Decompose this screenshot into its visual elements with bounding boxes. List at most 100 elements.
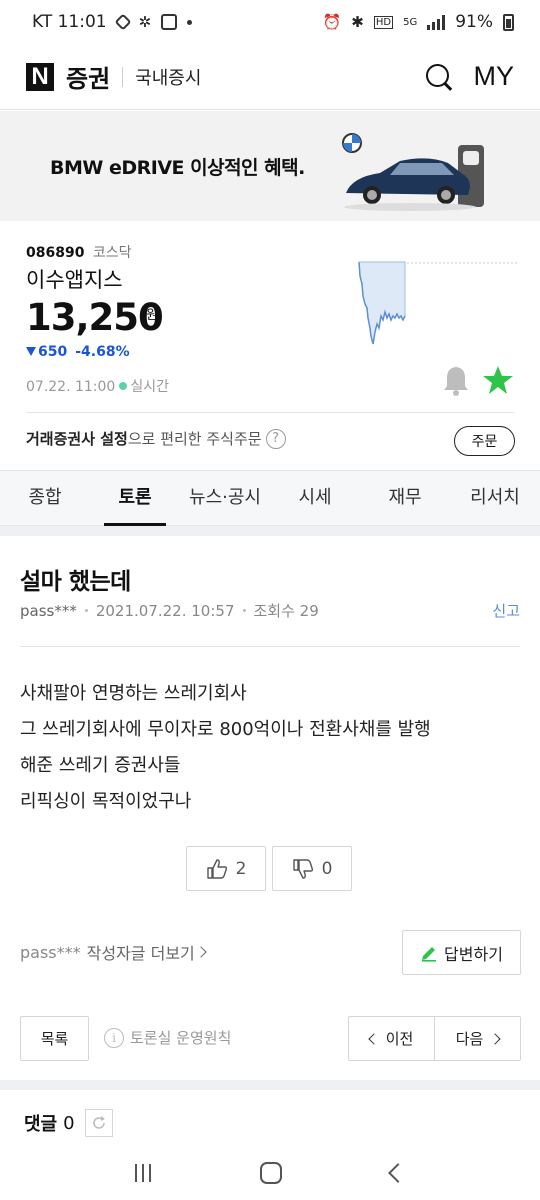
car-image (342, 133, 484, 211)
meta-separator (84, 609, 88, 612)
post-line: 리픽싱이 목적이었구나 (20, 791, 192, 812)
post-divider (20, 646, 520, 647)
like-count: 2 (235, 858, 247, 879)
tab-1[interactable]: 토론 (90, 471, 180, 526)
home-icon[interactable] (259, 1162, 282, 1184)
price-change: 650 -4.68% (26, 344, 130, 360)
post-pager: 이전 다음 (348, 1016, 521, 1061)
pencil-icon (422, 946, 437, 962)
price-currency: 원 (146, 308, 158, 323)
post-line: 해준 쓰레기 증권사들 (20, 755, 181, 776)
chevron-right-icon (489, 1032, 501, 1045)
thumbs-up-icon (206, 858, 227, 879)
comments-count: 0 (63, 1112, 75, 1134)
logo-text[interactable]: 증권 (66, 59, 110, 94)
recent-apps-icon[interactable] (134, 1164, 151, 1182)
next-label: 다음 (455, 1030, 484, 1048)
signal-icon (427, 14, 446, 30)
notification-icon (114, 13, 132, 31)
live-label: 실시간 (130, 379, 169, 395)
intraday-mini-chart[interactable] (355, 256, 517, 346)
tab-4[interactable]: 재무 (360, 471, 450, 525)
list-button[interactable]: 목록 (20, 1016, 89, 1061)
post-line: 그 쓰레기회사에 무이자로 800억이나 전환사채를 발행 (20, 719, 431, 740)
meta-separator (242, 609, 246, 612)
battery-percent: 91% (455, 12, 493, 32)
reply-button[interactable]: 답변하기 (402, 930, 521, 975)
tab-0[interactable]: 종합 (0, 471, 90, 525)
alarm-icon: ⏰ (322, 13, 342, 31)
broker-setting-bold: 거래증권사 설정 (26, 430, 128, 448)
like-button[interactable]: 2 (186, 846, 266, 891)
naver-logo[interactable]: N (26, 62, 54, 91)
down-arrow-icon (26, 347, 36, 356)
back-icon[interactable] (388, 1163, 409, 1183)
change-percent: -4.68% (75, 344, 130, 360)
star-shape (483, 366, 513, 394)
ad-text: BMW eDRIVE 이상적인 혜택. (50, 156, 305, 179)
stock-summary: 086890 코스닥 이수앱지스 13,250 원 650 -4.68% 07.2… (0, 222, 540, 470)
tab-3[interactable]: 시세 (270, 471, 360, 525)
post-line: 사채팔아 연명하는 쓰레기회사 (20, 683, 247, 704)
favorite-star-icon[interactable] (482, 364, 514, 396)
more-dot-icon (187, 19, 193, 25)
reply-label: 답변하기 (444, 944, 503, 964)
quote-timestamp: 07.22. 11:00 (26, 379, 116, 395)
refresh-icon (92, 1116, 105, 1129)
rules-label: 토론실 운영원칙 (130, 1029, 232, 1047)
change-amount: 650 (38, 344, 68, 360)
fan-icon: ✲ (138, 13, 152, 31)
stock-price: 13,250 (26, 296, 164, 339)
next-button[interactable]: 다음 (434, 1017, 520, 1060)
carrier-time: KT 11:01 (32, 12, 107, 32)
bluetooth-icon: ✱ (351, 13, 364, 31)
quote-time: 07.22. 11:00 실시간 (26, 376, 169, 396)
dislike-count: 0 (321, 858, 333, 879)
bell-icon[interactable] (442, 364, 470, 396)
refresh-button[interactable] (84, 1109, 113, 1137)
post-title: 설마 했는데 (20, 569, 131, 595)
price-area (359, 262, 405, 344)
prev-label: 이전 (385, 1030, 414, 1048)
order-button[interactable]: 주문 (454, 426, 515, 456)
search-icon[interactable] (424, 62, 454, 92)
network-badge: 5G (403, 16, 418, 28)
info-icon: i (104, 1027, 124, 1048)
comments-header: 댓글 0 (24, 1109, 113, 1137)
chevron-right-icon (195, 946, 207, 958)
post-meta: pass*** 2021.07.22. 10:57 조회수 29 (20, 600, 319, 621)
stock-name[interactable]: 이수앱지스 (26, 264, 123, 294)
report-link[interactable]: 신고 (492, 600, 520, 621)
more-label: 작성자글 더보기 (86, 944, 195, 963)
tab-2[interactable]: 뉴스·공시 (180, 471, 270, 525)
comments-label: 댓글 (24, 1114, 58, 1135)
status-right: ⏰ ✱ HD 5G 91% (323, 12, 514, 32)
more-author: pass*** (20, 942, 81, 962)
section-gap (0, 526, 540, 536)
help-icon[interactable]: ? (265, 428, 286, 449)
post-body: 사채팔아 연명하는 쓰레기회사 그 쓰레기회사에 무이자로 800억이나 전환사… (20, 676, 431, 820)
battery-icon (503, 13, 514, 31)
more-by-author-link[interactable]: pass*** 작성자글 더보기 (20, 940, 207, 964)
rules-link[interactable]: i 토론실 운영원칙 (104, 1027, 231, 1048)
prev-button[interactable]: 이전 (349, 1017, 434, 1060)
status-left: KT 11:01 ✲ (32, 12, 193, 32)
my-button[interactable]: MY (474, 61, 515, 92)
dislike-button[interactable]: 0 (272, 846, 352, 891)
app-icon (161, 14, 178, 30)
broker-setting-row[interactable]: 거래증권사 설정 으로 편리한 주식주문 ? (26, 428, 286, 449)
section-title[interactable]: 국내증시 (135, 64, 201, 90)
header-divider (122, 66, 124, 87)
post-author[interactable]: pass*** (20, 602, 77, 620)
thumbs-down-icon (292, 858, 313, 879)
hd-badge: HD (373, 15, 394, 29)
ad-banner[interactable]: BMW eDRIVE 이상적인 혜택. (0, 111, 540, 221)
post-date: 2021.07.22. 10:57 (95, 601, 235, 620)
status-bar: KT 11:01 ✲ ⏰ ✱ HD 5G 91% (0, 0, 540, 44)
system-nav-bar (0, 1146, 540, 1200)
post-views: 조회수 29 (253, 602, 319, 620)
broker-setting-rest: 으로 편리한 주식주문 (127, 430, 262, 448)
app-header: N 증권 국내증시 MY (0, 44, 540, 110)
tab-5[interactable]: 리서치 (450, 471, 540, 525)
stock-code: 086890 (26, 245, 85, 261)
